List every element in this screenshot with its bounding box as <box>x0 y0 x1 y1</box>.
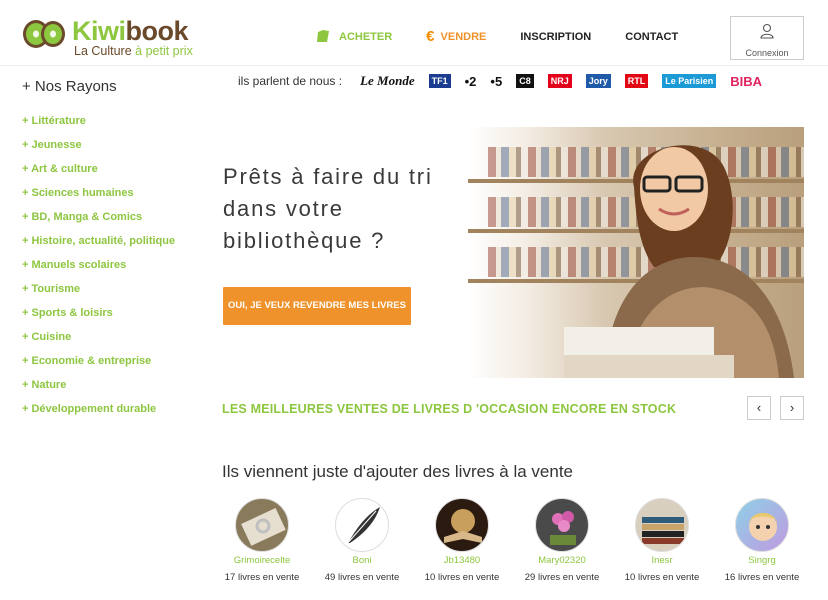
cartoon-avatar-icon <box>749 513 777 541</box>
nav-signup-label: INSCRIPTION <box>520 30 592 43</box>
hero-banner: Prêts à faire du tri dans votre biblioth… <box>212 127 804 378</box>
category-item[interactable]: + Littérature <box>22 109 212 133</box>
seller-name[interactable]: Grimoirecelte <box>212 555 312 566</box>
press-strip: ils parlent de nous : Le Monde TF1 •2 •5… <box>238 72 762 90</box>
euro-icon: € <box>426 28 435 45</box>
sellers-section-title: Ils viennent juste d'ajouter des livres … <box>222 462 573 481</box>
seller-count: 29 livres en vente <box>524 572 600 583</box>
sidebar-title: + Nos Rayons <box>22 78 117 95</box>
hero-photo <box>468 127 804 378</box>
avatar <box>635 498 689 552</box>
avatar <box>535 498 589 552</box>
category-item[interactable]: + BD, Manga & Comics <box>22 205 212 229</box>
site-header: Kiwibook La Culture à petit prix ACHETER… <box>0 0 828 66</box>
category-item[interactable]: + Sciences humaines <box>22 181 212 205</box>
seller-card[interactable]: Mary02320 29 livres en vente <box>512 498 612 588</box>
logo-title: Kiwibook <box>72 16 189 46</box>
nav-sell-label: VENDRE <box>440 30 487 43</box>
avatar <box>335 498 389 552</box>
seller-name[interactable]: Boni <box>312 555 412 566</box>
category-item[interactable]: + Jeunesse <box>22 133 212 157</box>
category-sidebar: + Nos Rayons + Littérature + Jeunesse + … <box>22 78 212 421</box>
seller-card[interactable]: Grimoirecelte 17 livres en vente <box>212 498 312 588</box>
resell-books-button[interactable]: OUI, JE VEUX REVENDRE MES LIVRES <box>223 287 411 325</box>
seller-count: 16 livres en vente <box>724 572 800 583</box>
carousel-next-button[interactable]: › <box>780 396 804 420</box>
nrj-logo: NRJ <box>547 74 572 88</box>
category-item[interactable]: + Histoire, actualité, politique <box>22 229 212 253</box>
seller-name[interactable]: Singrg <box>712 555 812 566</box>
category-item[interactable]: + Développement durable <box>22 397 212 421</box>
nav-buy-label: ACHETER <box>339 30 393 43</box>
avatar <box>735 498 789 552</box>
book-icon <box>317 30 329 42</box>
category-item[interactable]: + Nature <box>22 373 212 397</box>
seller-count: 10 livres en vente <box>624 572 700 583</box>
category-list: + Littérature + Jeunesse + Art & culture… <box>22 109 212 421</box>
nav-signup[interactable]: INSCRIPTION <box>520 31 591 43</box>
seller-card[interactable]: Boni 49 livres en vente <box>312 498 412 588</box>
france5-logo: •5 <box>490 73 503 89</box>
open-book-icon <box>444 509 482 543</box>
category-item[interactable]: + Manuels scolaires <box>22 253 212 277</box>
seller-count: 49 livres en vente <box>324 572 400 583</box>
kiwibook-logo[interactable]: Kiwibook La Culture à petit prix <box>22 16 202 60</box>
best-sellers-title: LES MEILLEURES VENTES DE LIVRES D 'OCCAS… <box>222 402 677 416</box>
category-item[interactable]: + Art & culture <box>22 157 212 181</box>
sellers-list: Grimoirecelte 17 livres en vente Boni 49… <box>212 498 812 588</box>
biba-logo: BIBA <box>730 73 763 89</box>
press-logos: Le Monde TF1 •2 •5 C8 NRJ Jory RTL Le Pa… <box>360 73 762 89</box>
press-label: ils parlent de nous : <box>238 74 343 88</box>
rtl-logo: RTL <box>624 74 649 88</box>
feather-icon <box>345 507 380 546</box>
seller-count: 17 livres en vente <box>224 572 300 583</box>
nav-contact-label: CONTACT <box>625 30 679 43</box>
france2-logo: •2 <box>464 73 477 89</box>
nav-contact[interactable]: CONTACT <box>625 31 678 43</box>
ring-book-icon <box>241 508 286 546</box>
seller-count: 10 livres en vente <box>424 572 500 583</box>
kiwi-logo-icon <box>23 20 65 48</box>
hero-title: Prêts à faire du tri dans votre biblioth… <box>223 164 433 253</box>
category-item[interactable]: + Sports & loisirs <box>22 301 212 325</box>
reader-illustration <box>564 145 794 378</box>
nav-sell[interactable]: € VENDRE <box>426 28 486 45</box>
main-nav: ACHETER € VENDRE INSCRIPTION CONTACT <box>316 28 712 45</box>
user-icon <box>760 23 774 39</box>
books-stack-icon <box>642 517 684 544</box>
seller-name[interactable]: Mary02320 <box>512 555 612 566</box>
jory-logo: Jory <box>585 74 611 88</box>
nav-buy[interactable]: ACHETER <box>316 29 392 44</box>
le-parisien-logo: Le Parisien <box>662 74 717 88</box>
tf1-logo: TF1 <box>428 74 451 88</box>
seller-name[interactable]: Inesr <box>612 555 712 566</box>
avatar <box>435 498 489 552</box>
seller-card[interactable]: Jb13480 10 livres en vente <box>412 498 512 588</box>
seller-card[interactable]: Inesr 10 livres en vente <box>612 498 712 588</box>
avatar <box>235 498 289 552</box>
flower-icon <box>550 511 576 545</box>
c8-logo: C8 <box>516 74 534 88</box>
category-item[interactable]: + Cuisine <box>22 325 212 349</box>
carousel-prev-button[interactable]: ‹ <box>747 396 771 420</box>
login-label: Connexion <box>745 48 789 58</box>
category-item[interactable]: + Tourisme <box>22 277 212 301</box>
logo-tagline: La Culture à petit prix <box>74 44 193 58</box>
seller-name[interactable]: Jb13480 <box>412 555 512 566</box>
seller-card[interactable]: Singrg 16 livres en vente <box>712 498 812 588</box>
category-item[interactable]: + Economie & entreprise <box>22 349 212 373</box>
le-monde-logo: Le Monde <box>360 73 415 88</box>
login-button[interactable]: Connexion <box>730 16 804 60</box>
